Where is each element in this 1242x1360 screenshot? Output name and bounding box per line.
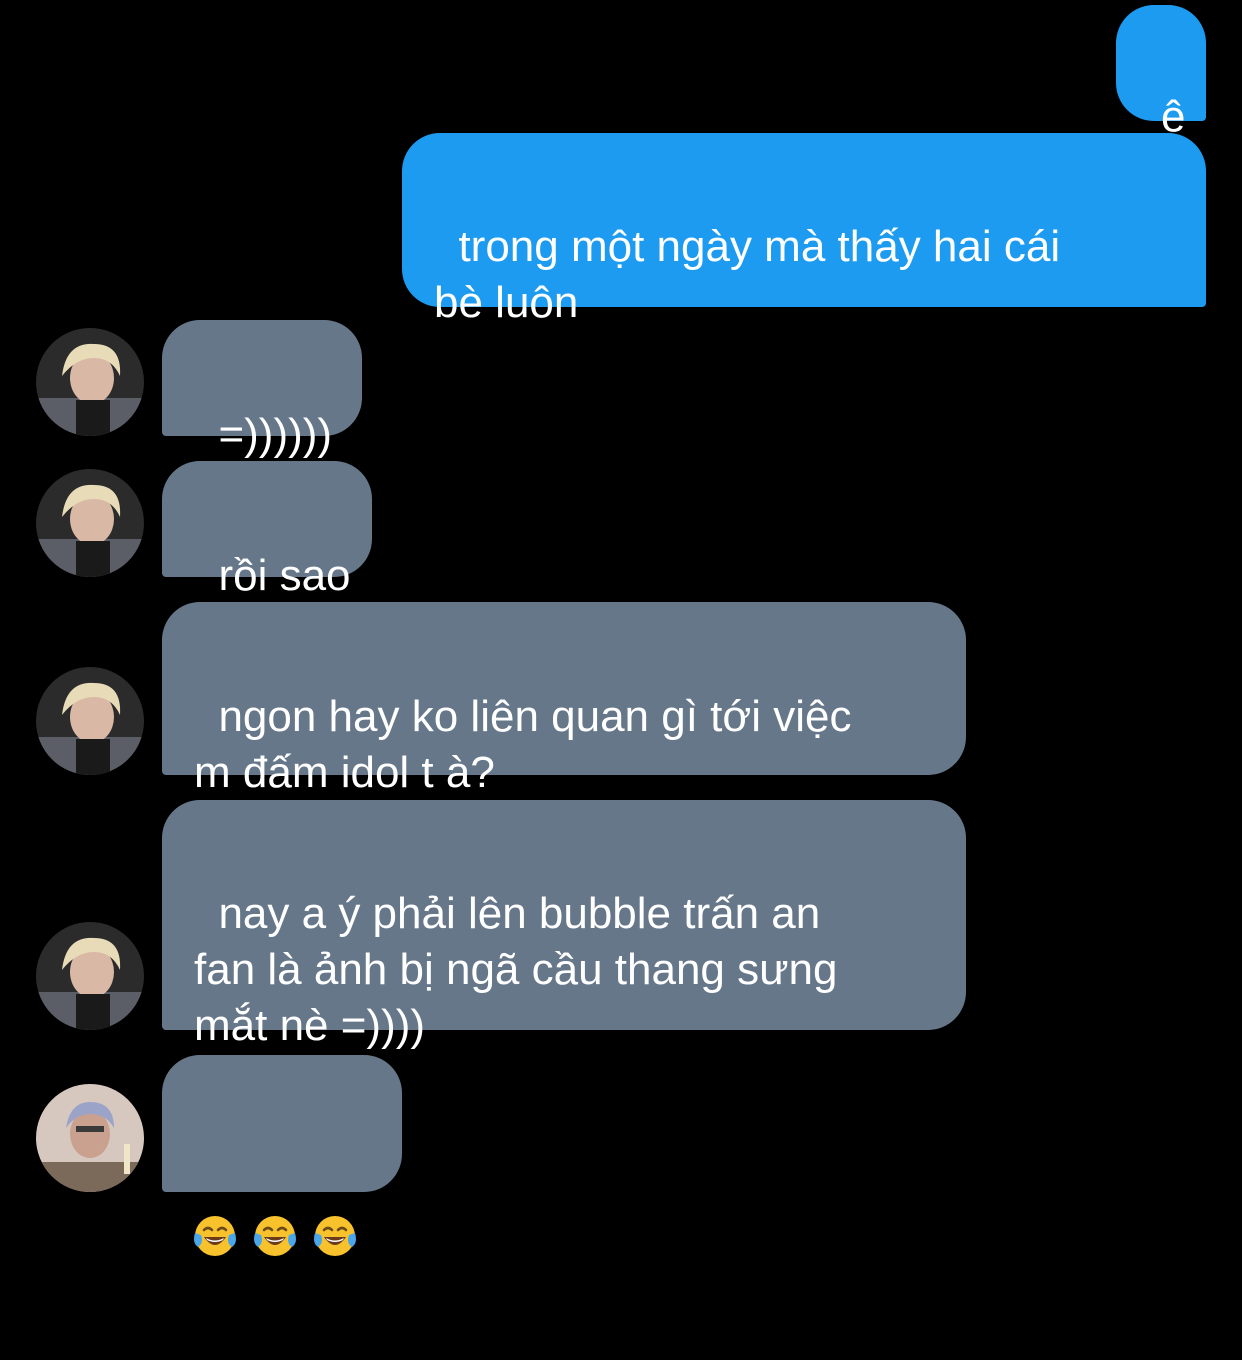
avatar[interactable]: [36, 469, 144, 577]
face-with-tears-of-joy-icon: [194, 1215, 236, 1256]
avatar[interactable]: [36, 328, 144, 436]
sent-message-bubble[interactable]: ê: [1116, 5, 1206, 141]
received-message-bubble[interactable]: [162, 1055, 402, 1256]
emoji-row: [192, 1167, 402, 1304]
face-with-tears-of-joy-icon: [254, 1215, 296, 1256]
message-text: nay a ý phải lên bubble trấn an fan là ả…: [194, 889, 838, 1050]
avatar[interactable]: [36, 922, 144, 1030]
received-message-bubble[interactable]: ngon hay ko liên quan gì tới việc m đấm …: [162, 602, 966, 797]
received-message-bubble[interactable]: nay a ý phải lên bubble trấn an fan là ả…: [162, 800, 966, 1050]
message-text: rồi sao: [218, 551, 351, 600]
message-text: trong một ngày mà thấy hai cái bè luôn: [434, 222, 1061, 327]
message-text: =)))))): [218, 410, 333, 459]
sent-message-bubble[interactable]: trong một ngày mà thấy hai cái bè luôn: [402, 133, 1206, 327]
message-text: ngon hay ko liên quan gì tới việc m đấm …: [194, 692, 852, 797]
face-with-tears-of-joy-icon: [314, 1215, 356, 1256]
received-message-bubble[interactable]: =)))))): [162, 320, 362, 459]
received-message-bubble[interactable]: rồi sao: [162, 461, 372, 600]
avatar[interactable]: [36, 1084, 144, 1192]
avatar[interactable]: [36, 667, 144, 775]
